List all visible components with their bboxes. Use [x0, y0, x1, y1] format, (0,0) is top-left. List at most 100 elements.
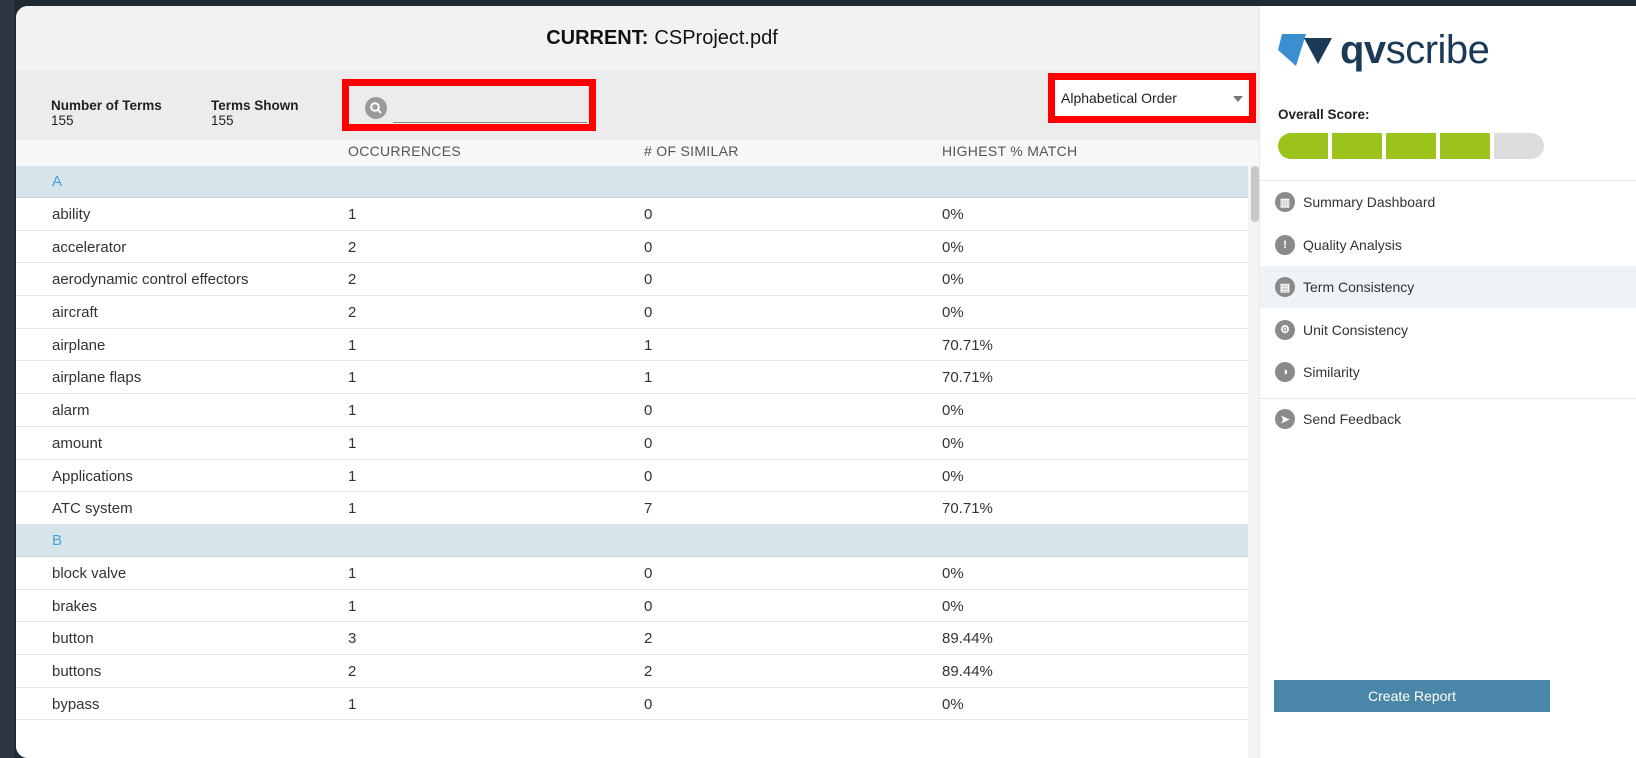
cell-similar: 2	[644, 662, 653, 680]
cell-match: 0%	[942, 304, 964, 322]
number-of-terms: Number of Terms 155	[51, 98, 162, 128]
cell-term: airplane	[52, 336, 106, 354]
sort-selected-label: Alphabetical Order	[1061, 90, 1177, 106]
cell-match: 0%	[942, 238, 964, 256]
cell-similar: 0	[644, 597, 653, 615]
search-icon[interactable]	[365, 97, 387, 119]
cell-term: block valve	[52, 564, 127, 582]
table-row[interactable]: button 3 2 89.44%	[16, 622, 1248, 655]
cell-occurrences: 1	[348, 206, 357, 223]
cell-match: 0%	[942, 206, 964, 223]
cell-term: amount	[52, 434, 103, 452]
sidebar-item-label: Quality Analysis	[1303, 236, 1402, 253]
sidebar-item-unit-consistency[interactable]: ⚙ Unit Consistency	[1260, 309, 1636, 351]
sort-dropdown[interactable]: Alphabetical Order	[1048, 73, 1256, 123]
cell-occurrences: 1	[348, 500, 357, 518]
logo-text: qvscribe	[1340, 27, 1490, 73]
cell-similar: 0	[644, 238, 653, 256]
cell-term: accelerator	[52, 238, 127, 256]
table-row[interactable]: airplane 1 1 70.71%	[16, 329, 1248, 362]
cell-occurrences: 1	[348, 402, 357, 420]
qvscribe-logo: qvscribe	[1278, 27, 1490, 73]
similarity-icon: ◑	[1275, 362, 1295, 383]
table-row[interactable]: accelerator 2 0 0%	[16, 231, 1248, 264]
cell-match: 0%	[942, 434, 964, 452]
cell-occurrences: 1	[348, 564, 357, 582]
cell-term: button	[52, 630, 94, 648]
cell-term: aircraft	[52, 304, 98, 322]
cell-match: 0%	[942, 695, 964, 713]
sidebar-item-label: Similarity	[1303, 364, 1360, 381]
cell-similar: 0	[644, 271, 653, 289]
cell-occurrences: 2	[348, 662, 357, 680]
table-row[interactable]: Applications 1 0 0%	[16, 460, 1248, 493]
group-header: B	[16, 524, 1248, 557]
column-header-similar[interactable]: # OF SIMILAR	[644, 143, 739, 159]
table-row[interactable]: amount 1 0 0%	[16, 427, 1248, 460]
column-header-occurrences[interactable]: OCCURRENCES	[348, 143, 461, 159]
number-of-terms-value: 155	[51, 113, 74, 128]
cell-occurrences: 1	[348, 434, 357, 452]
search-input[interactable]	[393, 98, 587, 123]
group-letter: A	[52, 173, 63, 190]
cell-match: 70.71%	[942, 336, 993, 354]
table-row[interactable]: buttons 2 2 89.44%	[16, 655, 1248, 688]
sidebar-item-similarity[interactable]: ◑ Similarity	[1260, 351, 1636, 393]
table-row[interactable]: bypass 1 0 0%	[16, 688, 1248, 721]
logo-text-bold: qv	[1340, 27, 1386, 72]
cell-similar: 0	[644, 206, 653, 223]
table-row[interactable]: alarm 1 0 0%	[16, 394, 1248, 427]
number-of-terms-label: Number of Terms	[51, 98, 162, 113]
cell-term: brakes	[52, 597, 98, 615]
sidebar-item-label: Send Feedback	[1303, 411, 1402, 427]
sidebar-item-send-feedback[interactable]: ➤ Send Feedback	[1260, 398, 1636, 440]
warning-icon: !	[1275, 234, 1295, 255]
cell-similar: 1	[644, 369, 653, 387]
column-header-match[interactable]: HIGHEST % MATCH	[942, 143, 1077, 159]
scroll-thumb[interactable]	[1251, 166, 1259, 222]
cell-term: Applications	[52, 467, 133, 485]
terms-table: Aability 1 0 0% accelerator 2 0 0% aerodynamic c…	[16, 166, 1248, 758]
cell-match: 0%	[942, 271, 964, 289]
cell-similar: 0	[644, 304, 653, 322]
cell-match: 89.44%	[942, 662, 993, 680]
cell-match: 89.44%	[942, 630, 993, 648]
create-report-button[interactable]: Create Report	[1274, 680, 1550, 712]
sidebar-item-summary-dashboard[interactable]: ▥ Summary Dashboard	[1260, 181, 1636, 223]
sidebar-item-quality-analysis[interactable]: ! Quality Analysis	[1260, 224, 1636, 266]
cell-match: 70.71%	[942, 369, 993, 387]
cell-match: 70.71%	[942, 500, 993, 518]
cell-match: 0%	[942, 597, 964, 615]
sidebar-item-label: Unit Consistency	[1303, 321, 1409, 338]
table-row[interactable]: airplane flaps 1 1 70.71%	[16, 361, 1248, 395]
terms-shown-value: 155	[211, 113, 234, 128]
cell-occurrences: 1	[348, 597, 357, 615]
cell-term: bypass	[52, 695, 100, 713]
table-row[interactable]: ability 1 0 0%	[16, 198, 1248, 231]
overall-score-label: Overall Score:	[1278, 107, 1370, 122]
cell-term: buttons	[52, 662, 102, 680]
document-icon: ▤	[1275, 277, 1295, 298]
cell-match: 0%	[942, 467, 964, 485]
table-row[interactable]: ATC system 1 7 70.71%	[16, 492, 1248, 525]
cell-similar: 0	[644, 467, 653, 485]
sidebar-item-label: Term Consistency	[1303, 279, 1415, 296]
table-row[interactable]: brakes 1 0 0%	[16, 590, 1248, 623]
terms-shown: Terms Shown 155	[211, 98, 299, 128]
table-row[interactable]: aircraft 2 0 0%	[16, 296, 1248, 329]
score-segment	[1494, 133, 1544, 159]
column-headers: OCCURRENCES # OF SIMILAR HIGHEST % MATCH	[16, 140, 1308, 166]
cell-occurrences: 2	[348, 238, 357, 256]
units-icon: ⚙	[1275, 319, 1295, 340]
desktop-background	[0, 0, 14, 758]
table-row[interactable]: aerodynamic control effectors 2 0 0%	[16, 263, 1248, 297]
table-row[interactable]: block valve 1 0 0%	[16, 557, 1248, 590]
cell-match: 0%	[942, 564, 964, 582]
sidebar-item-term-consistency[interactable]: ▤ Term Consistency	[1260, 266, 1636, 309]
cell-match: 0%	[942, 402, 964, 420]
chevron-down-icon	[1233, 96, 1243, 102]
cell-occurrences: 1	[348, 369, 357, 387]
search-box	[342, 79, 596, 131]
cell-occurrences: 2	[348, 304, 357, 322]
cell-similar: 1	[644, 336, 653, 354]
